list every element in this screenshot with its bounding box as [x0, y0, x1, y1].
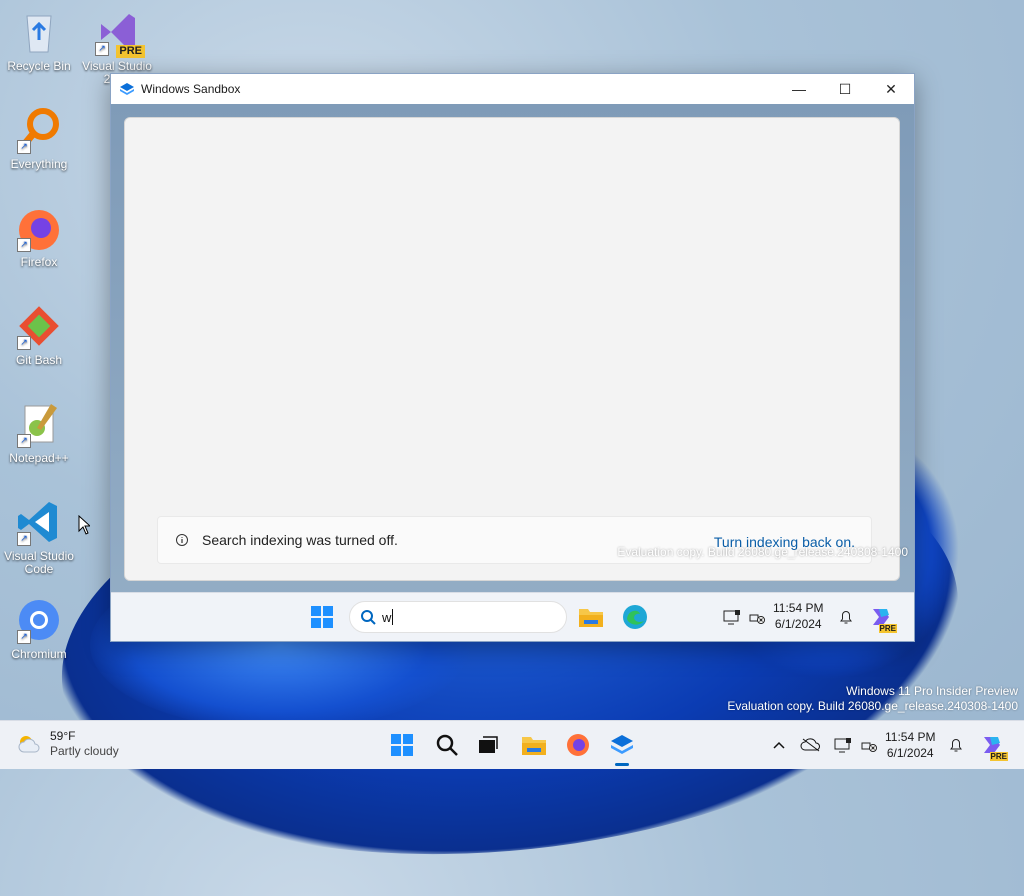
shortcut-arrow-icon: ↗ — [17, 336, 31, 350]
task-view-icon — [479, 736, 498, 753]
vscode-icon: ↗ — [15, 498, 63, 546]
mouse-cursor-icon — [78, 515, 90, 535]
pre-badge: PRE — [116, 45, 145, 58]
guest-taskbar: w 11:54 PM 6/1/2024 PRE — [111, 592, 914, 641]
sandbox-taskbar-button[interactable] — [604, 727, 640, 763]
firefox-taskbar-button[interactable] — [560, 727, 596, 763]
minimize-button[interactable]: — — [776, 74, 822, 104]
guest-notification-button[interactable] — [828, 599, 864, 635]
close-button[interactable]: ✕ — [868, 74, 914, 104]
visual-studio-icon: PRE ↗ — [93, 8, 145, 58]
start-button[interactable] — [384, 727, 420, 763]
desktop-icon-everything[interactable]: ↗ Everything — [1, 106, 77, 171]
everything-icon: ↗ — [15, 106, 63, 154]
weather-widget[interactable]: 59°F Partly cloudy — [16, 729, 119, 759]
search-button[interactable] — [429, 727, 465, 763]
file-explorer-icon — [522, 737, 546, 755]
info-icon — [176, 534, 188, 546]
title-bar[interactable]: Windows Sandbox — ☐ ✕ — [111, 74, 914, 104]
guest-file-explorer-button[interactable] — [573, 599, 609, 635]
weather-condition: Partly cloudy — [50, 744, 119, 758]
shortcut-arrow-icon: ↗ — [95, 42, 109, 56]
windows-logo-icon — [311, 606, 333, 628]
windows-logo-icon — [391, 734, 413, 756]
chevron-up-icon — [773, 741, 785, 749]
file-explorer-button[interactable] — [516, 727, 552, 763]
desktop-icon-git-bash[interactable]: ↗ Git Bash — [1, 302, 77, 367]
show-hidden-icons-button[interactable] — [761, 727, 797, 763]
notification-button[interactable] — [938, 727, 974, 763]
shortcut-arrow-icon: ↗ — [17, 630, 31, 644]
guest-clock[interactable]: 11:54 PM 6/1/2024 — [773, 600, 823, 632]
desktop-icon-firefox[interactable]: ↗ Firefox — [1, 204, 77, 269]
partly-cloudy-icon — [18, 736, 40, 753]
edge-icon — [623, 605, 647, 629]
search-panel: Search indexing was turned off. Turn ind… — [124, 117, 900, 581]
weather-temp: 59°F — [50, 729, 76, 743]
pre-badge: PRE — [878, 624, 897, 633]
desktop-icon-notepad-plus-plus[interactable]: ↗ Notepad++ — [1, 400, 77, 465]
firefox-icon: ↗ — [15, 204, 63, 252]
recycle-bin-icon — [15, 8, 63, 56]
copilot-button[interactable]: PRE — [974, 727, 1010, 763]
notepad-plus-plus-icon: ↗ — [15, 400, 63, 448]
guest-search-input[interactable]: w — [349, 601, 567, 633]
shortcut-arrow-icon: ↗ — [17, 238, 31, 252]
taskbar: 59°F Partly cloudy 11:54 PM 6/1/2024 PRE — [0, 720, 1024, 769]
sandbox-app-icon — [611, 735, 633, 754]
text-caret — [392, 609, 394, 625]
window-title: Windows Sandbox — [141, 82, 241, 96]
search-icon — [361, 610, 376, 625]
guest-start-button[interactable] — [304, 599, 340, 635]
desktop-icon-recycle-bin[interactable]: Recycle Bin — [1, 8, 77, 73]
guest-network-icon[interactable] — [739, 599, 775, 635]
search-icon — [436, 734, 458, 756]
network-disconnected-icon — [861, 742, 877, 752]
active-app-indicator — [615, 763, 629, 766]
chromium-icon: ↗ — [15, 596, 63, 644]
network-button[interactable] — [851, 727, 887, 763]
maximize-button[interactable]: ☐ — [822, 74, 868, 104]
onedrive-offline-icon — [800, 738, 820, 752]
display-icon — [834, 738, 851, 753]
guest-copilot-button[interactable]: PRE — [863, 599, 899, 635]
sandbox-app-icon — [120, 83, 134, 95]
shortcut-arrow-icon: ↗ — [17, 532, 31, 546]
pre-badge: PRE — [989, 752, 1008, 761]
sandbox-guest-desktop: Search indexing was turned off. Turn ind… — [111, 104, 914, 641]
firefox-icon — [567, 734, 589, 756]
search-text: w — [382, 609, 392, 625]
taskbar-clock[interactable]: 11:54 PM 6/1/2024 — [885, 729, 935, 761]
git-bash-icon: ↗ — [15, 302, 63, 350]
shortcut-arrow-icon: ↗ — [17, 434, 31, 448]
sandbox-window[interactable]: Windows Sandbox — ☐ ✕ Search indexing wa… — [110, 73, 915, 642]
shortcut-arrow-icon: ↗ — [17, 140, 31, 154]
guest-watermark: Evaluation copy. Build 26080.ge_release.… — [617, 545, 908, 559]
file-explorer-icon — [579, 609, 603, 627]
onedrive-button[interactable] — [793, 727, 829, 763]
notification-icon — [840, 611, 852, 624]
desktop-icon-vscode[interactable]: ↗ Visual Studio Code — [1, 498, 77, 576]
guest-edge-button[interactable] — [617, 599, 653, 635]
bell-icon — [950, 739, 962, 752]
task-view-button[interactable] — [470, 727, 506, 763]
network-disconnected-icon — [749, 614, 765, 624]
desktop-icon-chromium[interactable]: ↗ Chromium — [1, 596, 77, 661]
desktop-watermark: Windows 11 Pro Insider Preview Evaluatio… — [727, 684, 1018, 713]
